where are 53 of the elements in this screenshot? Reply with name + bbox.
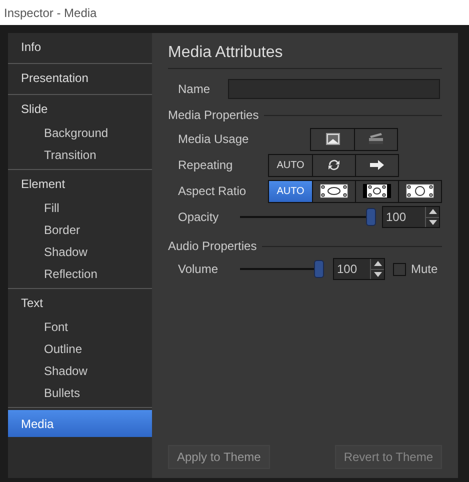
letterbox-frame-icon: [363, 184, 391, 198]
sidebar-item[interactable]: Media: [8, 410, 152, 437]
field-label: Media Usage: [178, 131, 250, 148]
sidebar-item[interactable]: Border: [8, 219, 152, 241]
theme-button[interactable]: Apply to Theme: [168, 445, 270, 469]
field-label: Name: [178, 81, 212, 98]
slider-track[interactable]: [240, 258, 324, 280]
section-heading: Media Properties: [168, 107, 259, 124]
name-field[interactable]: [228, 79, 440, 99]
sidebar-item[interactable]: Element: [8, 170, 152, 197]
spinbox-value: 100: [385, 209, 406, 226]
section-heading: Audio Properties: [168, 238, 257, 255]
number-spinbox[interactable]: 100: [382, 206, 440, 228]
sidebar-item[interactable]: Slide: [8, 95, 152, 122]
sidebar-item[interactable]: Bullets: [8, 382, 152, 404]
up-arrow-icon[interactable]: [428, 209, 436, 214]
segmented-control[interactable]: AUTO: [268, 180, 442, 202]
panel-title: Media Attributes: [168, 43, 284, 63]
sidebar-item[interactable]: Transition: [8, 144, 152, 166]
down-arrow-icon[interactable]: [374, 272, 382, 277]
field-label: Volume: [178, 261, 220, 278]
fit-frame-icon: [406, 184, 434, 198]
slider-track[interactable]: [240, 206, 376, 228]
field-label: Aspect Ratio: [178, 183, 248, 200]
sidebar-item[interactable]: Font: [8, 316, 152, 338]
segmented-control[interactable]: AUTO: [268, 154, 399, 176]
checkbox-label: Mute: [411, 261, 438, 278]
mute-checkbox[interactable]: [393, 262, 406, 276]
field-label: Opacity: [178, 209, 220, 226]
number-spinbox[interactable]: 100: [333, 258, 385, 280]
fill-frame-icon: [320, 184, 348, 198]
right-arrow-icon: [369, 159, 385, 171]
sidebar-item[interactable]: Fill: [8, 197, 152, 219]
segment-button[interactable]: AUTO: [269, 180, 312, 202]
down-arrow-icon[interactable]: [428, 220, 436, 225]
up-arrow-icon[interactable]: [374, 261, 382, 266]
sidebar-item[interactable]: Outline: [8, 338, 152, 360]
segmented-control[interactable]: [310, 128, 398, 150]
window-title: Inspector - Media: [4, 4, 97, 22]
slider-thumb[interactable]: [314, 260, 324, 278]
picture-icon: [326, 133, 340, 145]
sidebar-item[interactable]: Background: [8, 122, 152, 144]
refresh-icon: [327, 159, 341, 171]
sidebar-item[interactable]: Shadow: [8, 360, 152, 382]
sidebar-item[interactable]: Shadow: [8, 241, 152, 263]
clapperboard-icon: [368, 133, 384, 145]
spinbox-value: 100: [336, 261, 358, 278]
slider-thumb[interactable]: [366, 208, 376, 226]
field-label: Repeating: [178, 157, 234, 174]
sidebar-item[interactable]: Text: [8, 289, 152, 316]
sidebar-item[interactable]: Presentation: [8, 64, 152, 91]
sidebar-item[interactable]: Info: [8, 33, 152, 60]
sidebar-item[interactable]: Reflection: [8, 263, 152, 285]
